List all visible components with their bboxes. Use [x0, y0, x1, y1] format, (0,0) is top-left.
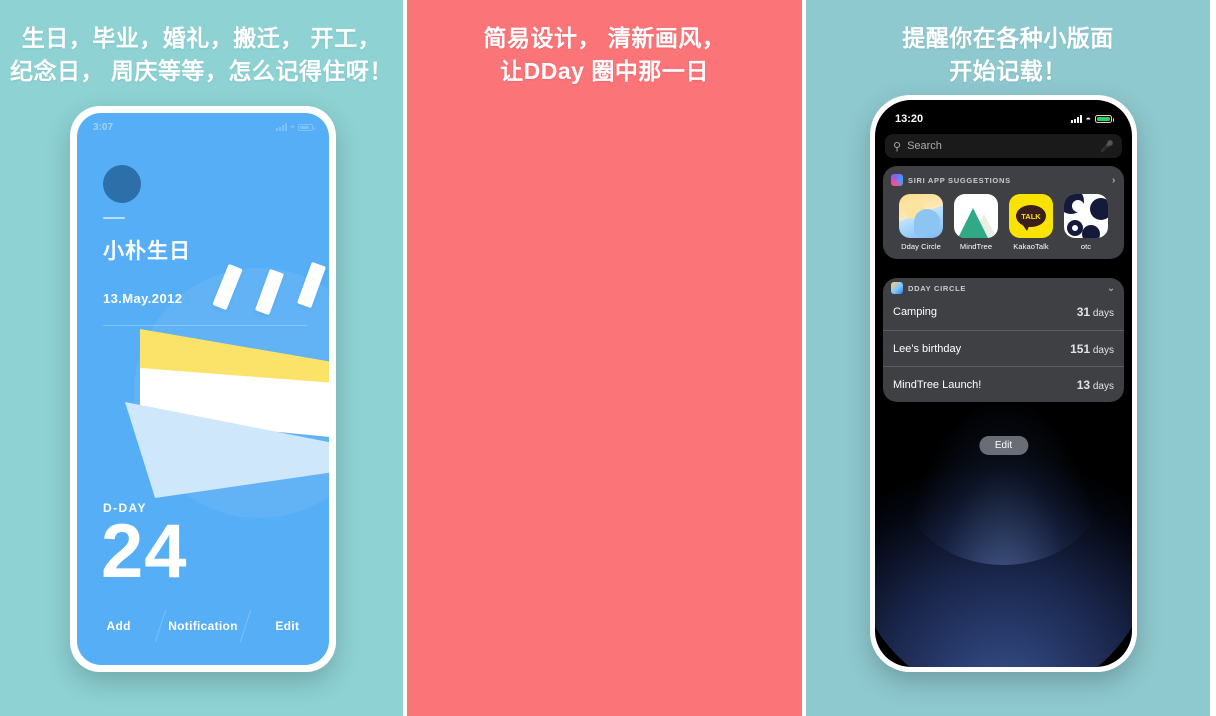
event-count-value: 13	[1076, 377, 1091, 392]
earth-wallpaper-highlight	[900, 395, 1107, 565]
event-countdown: 31 days	[1077, 305, 1114, 319]
search-input[interactable]: ⚲ Search 🎤	[885, 134, 1122, 158]
dday-circle-widget[interactable]: DDAY CIRCLE ⌄ Camping 31 days Lee's birt…	[883, 278, 1124, 402]
status-bar-1: 3:07 ◓	[77, 119, 329, 135]
event-count-value: 151	[1070, 341, 1091, 356]
widget-title: DDAY CIRCLE	[908, 283, 967, 293]
otc-app-icon	[1064, 194, 1108, 238]
add-button[interactable]: Add	[77, 619, 160, 633]
siri-suggestions-widget[interactable]: SIRI APP SUGGESTIONS › Dday Circle MindT…	[883, 166, 1124, 259]
kakaotalk-app-icon: TALK	[1009, 194, 1053, 238]
edit-button[interactable]: Edit	[246, 619, 329, 633]
chevron-right-icon[interactable]: ›	[1112, 175, 1116, 186]
promo-panel-2: 简易设计， 清新画风， 让DDay 圈中那一日 3:07 ◓	[407, 0, 802, 716]
app-label: otc	[1080, 242, 1092, 251]
panel-3-headline-line-1: 提醒你在各种小版面	[902, 25, 1114, 51]
search-placeholder: Search	[907, 140, 942, 152]
ios-today-view: 13:20 ◓ ⚲ Search 🎤 SIRI APP SUGGESTIONS …	[875, 100, 1132, 667]
event-date: 13.May.2012	[103, 291, 183, 306]
microphone-icon[interactable]: 🎤	[1100, 140, 1114, 153]
screenshot-board: 生日，毕业，婚礼，搬迁， 开工， 纪念日， 周庆等等，怎么记得住呀！ 3:07 …	[0, 0, 1216, 716]
app-item-mindtree[interactable]: MindTree	[950, 194, 1002, 251]
status-icons: ◓	[275, 121, 315, 132]
signal-icon	[1070, 115, 1082, 123]
event-name: Lee's birthday	[893, 342, 962, 355]
event-count-unit: days	[1092, 380, 1114, 392]
kakao-bubble-glyph: TALK	[1016, 205, 1046, 231]
dday-list-item[interactable]: Lee's birthday 151 days	[883, 330, 1124, 366]
siri-icon	[891, 174, 903, 186]
signal-icon	[275, 123, 287, 131]
event-title: 小朴生日	[103, 240, 191, 263]
panel-1-headline-line-1: 生日，毕业，婚礼，搬迁， 开工，	[21, 25, 382, 51]
event-count-value: 31	[1076, 305, 1091, 319]
app-suggestion-list: Dday Circle MindTree TALK KakaoTalk otc	[891, 188, 1116, 251]
notification-button[interactable]: Notification	[161, 619, 244, 633]
status-icons: ◓	[1070, 113, 1114, 124]
battery-icon	[298, 123, 315, 131]
widget-header: DDAY CIRCLE ⌄	[883, 278, 1124, 294]
dday-list-item[interactable]: MindTree Launch! 13 days	[883, 366, 1124, 402]
panel-1-headline: 生日，毕业，婚礼，搬迁， 开工， 纪念日， 周庆等等，怎么记得住呀！	[0, 22, 403, 89]
status-time: 3:07	[93, 121, 114, 133]
promo-panel-1: 生日，毕业，婚礼，搬迁， 开工， 纪念日， 周庆等等，怎么记得住呀！ 3:07 …	[0, 0, 403, 716]
app-item-kakaotalk[interactable]: TALK KakaoTalk	[1005, 194, 1057, 251]
widget-title: SIRI APP SUGGESTIONS	[908, 175, 1011, 185]
promo-panel-3: 提醒你在各种小版面 开始记载！ 13:20 ◓ ⚲ Search 🎤 SIRI …	[806, 0, 1210, 716]
app-label: KakaoTalk	[1013, 242, 1049, 251]
ios-status-bar: 13:20 ◓	[875, 110, 1132, 128]
app-label: Dday Circle	[901, 242, 941, 251]
edit-button[interactable]: Edit	[978, 436, 1029, 455]
panel-1-headline-line-2: 纪念日， 周庆等等，怎么记得住呀！	[10, 58, 393, 85]
divider	[103, 217, 125, 219]
panel-3-headline-line-2: 开始记载！	[949, 58, 1067, 85]
dday-count: 24	[101, 509, 188, 594]
app-item-otc[interactable]: otc	[1060, 194, 1112, 251]
status-time: 13:20	[895, 113, 924, 125]
battery-icon	[1095, 115, 1114, 123]
dday-list-item[interactable]: Camping 31 days	[883, 294, 1124, 330]
event-countdown: 13 days	[1077, 378, 1114, 392]
app-item-dday-circle[interactable]: Dday Circle	[895, 194, 947, 251]
panel-2-headline-line-1: 简易设计， 清新画风，	[483, 25, 726, 51]
divider	[103, 325, 307, 326]
app-label: MindTree	[959, 242, 993, 251]
action-bar-1: Add Notification Edit	[77, 609, 329, 643]
panel-2-headline: 简易设计， 清新画风， 让DDay 圈中那一日	[407, 22, 802, 89]
panel-3-headline: 提醒你在各种小版面 开始记载！	[806, 22, 1210, 89]
dday-circle-app-icon	[899, 194, 943, 238]
event-count-unit: days	[1092, 308, 1114, 319]
dday-circle-icon	[891, 282, 903, 294]
event-count-unit: days	[1092, 344, 1114, 356]
search-icon: ⚲	[893, 140, 902, 153]
panel-2-headline-line-2: 让DDay 圈中那一日	[500, 58, 709, 85]
event-name: Camping	[893, 306, 938, 318]
wifi-icon: ◓	[289, 121, 295, 132]
widget-header: SIRI APP SUGGESTIONS ›	[891, 172, 1116, 188]
avatar	[103, 165, 141, 203]
mindtree-app-icon	[954, 194, 998, 238]
event-countdown: 151 days	[1070, 342, 1114, 356]
app-screen-birthday: 3:07 ◓ 小朴生日 13.May.2012 D-DAY 24 Add Not…	[77, 113, 329, 665]
chevron-down-icon[interactable]: ⌄	[1107, 283, 1116, 294]
event-name: MindTree Launch!	[893, 378, 982, 391]
phone-mockup-1: 3:07 ◓ 小朴生日 13.May.2012 D-DAY 24 Add Not…	[70, 106, 336, 672]
wifi-icon: ◓	[1085, 113, 1091, 124]
phone-mockup-3: 13:20 ◓ ⚲ Search 🎤 SIRI APP SUGGESTIONS …	[870, 95, 1137, 672]
